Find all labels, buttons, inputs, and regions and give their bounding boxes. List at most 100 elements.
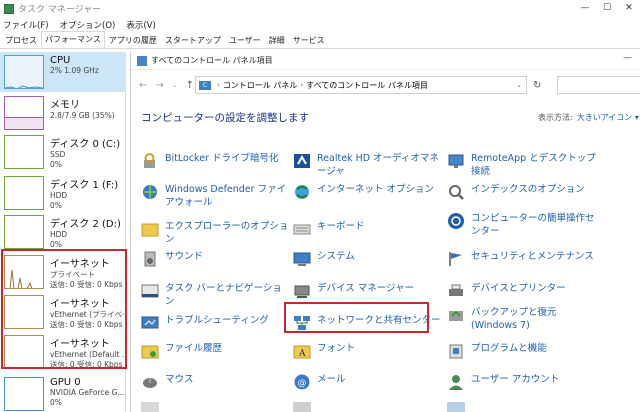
taskmgr-menubar: ファイル(F) オプション(O) 表示(V) [0,17,640,32]
perf-name: GPU 0 [50,377,81,388]
perf-usage: 0% [50,201,62,210]
cp-item-keyboard[interactable]: キーボード [293,220,443,238]
cp-item-security[interactable]: セキュリティとメンテナンス [447,250,597,268]
perf-item-cpu[interactable]: CPU 2% 1.09 GHz [0,52,126,92]
cp-item-label: システム [317,251,355,262]
ease-of-access-icon [447,212,465,230]
cp-item-system[interactable]: システム [293,250,443,268]
refresh-icon[interactable]: ↻ [533,80,541,91]
tab-details[interactable]: 詳細 [265,33,289,48]
cp-item-realtek[interactable]: Realtek HD オーディオマネージャ [293,152,445,178]
cp-item-label: ユーザー アカウント [471,374,560,385]
cp-item-taskbar[interactable]: タスク バーとナビゲーション [141,282,289,308]
taskmgr-tabs: プロセス パフォーマンス アプリの履歴 スタートアップ ユーザー 詳細 サービス [0,31,640,49]
perf-detail: NVIDIA GeForce G... [50,388,124,397]
cp-item-label: BitLocker ドライブ暗号化 [165,153,279,164]
cp-item-internet-options[interactable]: インターネット オプション [293,183,443,201]
perf-detail: SSD [50,150,66,159]
tab-performance[interactable]: パフォーマンス [41,31,105,48]
tab-services[interactable]: サービス [289,33,329,48]
cp-item-remoteapp[interactable]: RemoteApp とデスクトップ接続 [447,152,597,178]
file-history-icon [141,342,159,360]
cp-item-label: インターネット オプション [317,184,435,195]
indexing-icon [447,183,465,201]
cp-item-troubleshooting[interactable]: トラブルシューティング [141,314,289,332]
forward-arrow-icon[interactable]: → [155,80,163,91]
cp-item-label: デバイス マネージャー [317,283,415,294]
chevron-down-icon[interactable]: ⌄ [172,81,178,89]
memory-graph [4,96,44,130]
perf-name: CPU [50,55,71,66]
perf-detail: 2.8/7.9 GB (35%) [50,111,115,120]
minimize-icon[interactable]: — [574,0,596,16]
taskbar-icon [141,282,159,300]
control-panel-icon [137,55,147,66]
tab-app-history[interactable]: アプリの履歴 [105,33,161,48]
security-flag-icon [447,250,465,268]
perf-detail: HDD [50,230,68,239]
cp-item-label: コンピューターの簡単操作センター [471,213,595,237]
back-arrow-icon[interactable]: ← [139,80,147,91]
mail-icon: @ [293,373,311,391]
view-selector: 表示方法: 大きいアイコン ▾ [538,112,639,123]
view-dropdown[interactable]: 大きいアイコン ▾ [577,113,639,122]
cp-title: すべてのコントロール パネル項目 [151,56,273,65]
fonts-icon: A [293,342,311,360]
firewall-icon [141,183,159,201]
perf-name: ディスク 2 (D:) [50,219,121,230]
taskmgr-titlebar: タスク マネージャー — ☐ ✕ [0,0,640,17]
cp-item-devices-printers[interactable]: デバイスとプリンター [447,282,597,300]
disk-graph [4,215,44,249]
close-icon[interactable]: ✕ [618,0,640,16]
tab-processes[interactable]: プロセス [1,33,41,48]
cp-item-label: サウンド [165,251,204,262]
taskmgr-title: タスク マネージャー [18,5,102,15]
cp-item-user-accounts[interactable]: ユーザー アカウント [447,373,597,391]
breadcrumb-item[interactable]: すべてのコントロール パネル項目 [306,80,428,91]
perf-item-disk-1[interactable]: ディスク 1 (F:) HDD 0% [0,173,126,213]
system-icon [293,250,311,268]
cp-item-label: Windows Defender ファイアウォール [165,184,287,208]
cp-item-label: トラブルシューティング [165,315,269,326]
menu-options[interactable]: オプション(O) [60,19,116,31]
cp-item-file-history[interactable]: ファイル履歴 [141,342,289,360]
cp-item-mouse[interactable]: マウス [141,373,289,391]
address-bar[interactable]: C › コントロール パネル › すべてのコントロール パネル項目 ⌄ [195,76,527,94]
cp-item-fonts[interactable]: A フォント [293,342,443,360]
menu-file[interactable]: ファイル(F) [3,19,49,31]
perf-name: メモリ [50,100,80,111]
tab-startup[interactable]: スタートアップ [161,33,225,48]
cp-item-programs[interactable]: プログラムと機能 [447,342,597,360]
breadcrumb-item[interactable]: コントロール パネル [223,80,298,91]
troubleshooting-icon [141,314,159,332]
user-accounts-icon [447,373,465,391]
disk-graph [4,135,44,169]
cp-item-sound[interactable]: サウンド [141,250,289,268]
perf-item-disk-2[interactable]: ディスク 2 (D:) HDD 0% [0,212,126,252]
network-sharing-highlight-box [284,302,429,333]
cp-item-indexing[interactable]: インデックスのオプション [447,183,597,201]
up-arrow-icon[interactable]: ↑ [186,80,194,91]
maximize-icon[interactable]: ☐ [596,0,618,16]
control-panel-icon: C [199,80,211,90]
cp-item-label: メール [317,374,346,385]
minimize-icon[interactable]: — [623,53,632,63]
search-input[interactable] [557,76,640,94]
cp-item-label: タスク バーとナビゲーション [165,283,282,307]
cp-item-firewall[interactable]: Windows Defender ファイアウォール [141,183,289,209]
perf-item-gpu-0[interactable]: GPU 0 NVIDIA GeForce G... 0% [0,374,126,412]
cp-item-label: Realtek HD オーディオマネージャ [317,153,439,177]
chevron-down-icon[interactable]: ⌄ [516,81,522,89]
cp-item-ease-of-access[interactable]: コンピューターの簡単操作センター [447,212,597,238]
cp-item-folder-options[interactable]: エクスプローラーのオプション [141,220,289,246]
cp-item-device-manager[interactable]: デバイス マネージャー [293,282,443,300]
tab-users[interactable]: ユーザー [225,33,265,48]
cp-item-label: ファイル履歴 [165,343,223,354]
menu-view[interactable]: 表示(V) [126,19,155,31]
perf-item-disk-0[interactable]: ディスク 0 (C:) SSD 0% [0,132,126,172]
perf-detail: 2% 1.09 GHz [50,66,99,75]
cp-item-backup[interactable]: バックアップと復元 (Windows 7) [447,306,597,332]
perf-item-memory[interactable]: メモリ 2.8/7.9 GB (35%) [0,93,126,133]
cp-item-bitlocker[interactable]: BitLocker ドライブ暗号化 [141,152,286,170]
cp-item-mail[interactable]: @ メール [293,373,443,391]
